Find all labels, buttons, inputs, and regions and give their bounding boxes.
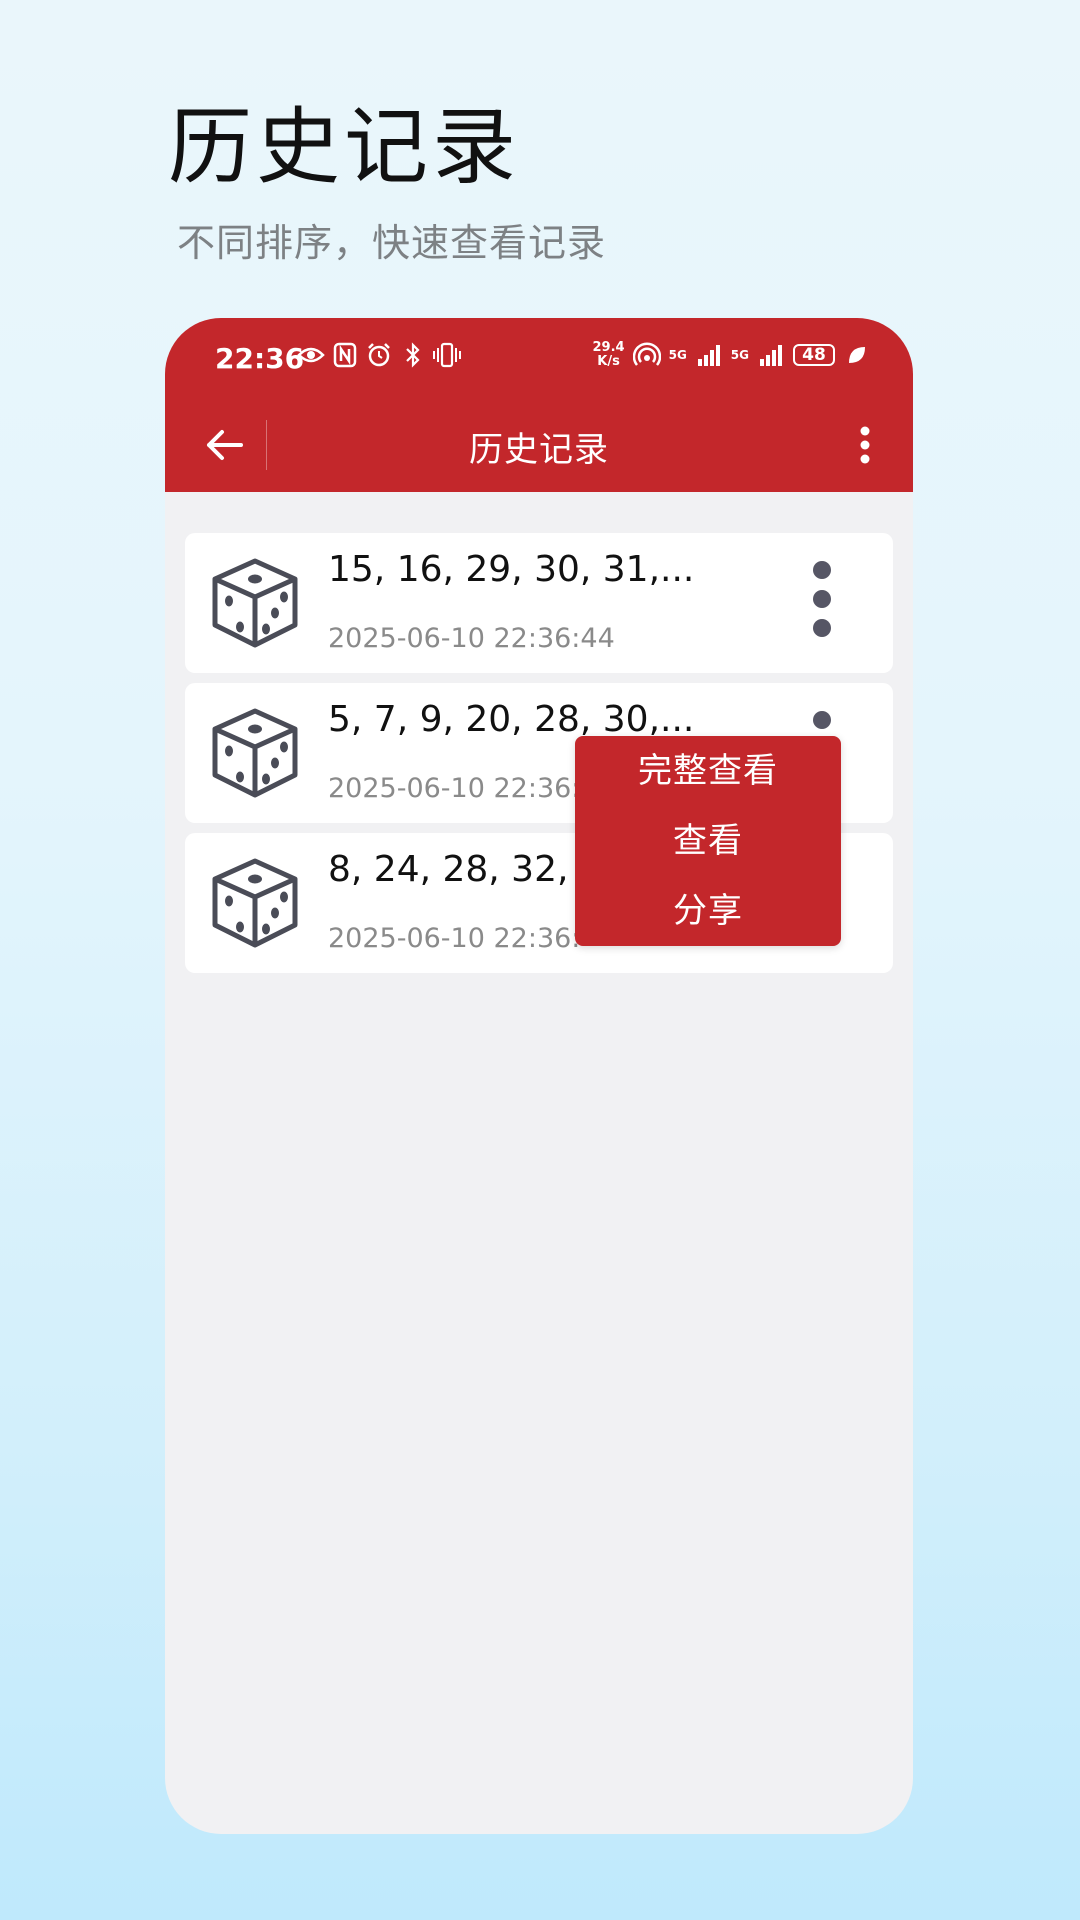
record-time: 2025-06-10 22:36: [328, 773, 581, 804]
promo-title: 历史记录 [168, 98, 521, 196]
phone-screen: 22:36 29.4 K/s 5G 5G 48 历史记录 15, 16, 29,… [165, 318, 913, 1834]
signal-icon [695, 340, 723, 370]
sim2-network-label: 5G [730, 348, 749, 362]
dice-icon [212, 858, 298, 948]
more-vert-icon [860, 426, 870, 464]
alarm-icon [365, 340, 393, 370]
item-more-button[interactable] [810, 561, 834, 645]
nfc-icon [331, 340, 359, 370]
record-numbers: 8, 24, 28, 32, 3 [328, 849, 603, 890]
record-numbers: 5, 7, 9, 20, 28, 30,... [328, 699, 695, 740]
toolbar-title: 历史记录 [469, 430, 609, 470]
signal-icon [757, 340, 785, 370]
list-item[interactable]: 15, 16, 29, 30, 31,... 2025-06-10 22:36:… [185, 533, 893, 673]
status-icons-left [297, 340, 461, 370]
promo-subtitle: 不同排序，快速查看记录 [177, 221, 607, 265]
status-time: 22:36 [215, 342, 305, 375]
menu-item-share[interactable]: 分享 [575, 876, 841, 946]
status-icons-right: 29.4 K/s 5G 5G 48 [593, 340, 871, 370]
status-bar: 22:36 29.4 K/s 5G 5G 48 [165, 318, 913, 398]
network-speed: 29.4 K/s [592, 340, 625, 369]
hotspot-icon [632, 340, 661, 370]
popup-menu: 完整查看 查看 分享 [575, 736, 841, 946]
leaf-icon [843, 340, 871, 370]
eye-icon [297, 340, 325, 370]
menu-item-full-view[interactable]: 完整查看 [575, 736, 841, 806]
record-time: 2025-06-10 22:36: [328, 923, 581, 954]
more-options-button[interactable] [845, 416, 885, 474]
toolbar: 历史记录 [165, 398, 913, 492]
app-header: 22:36 29.4 K/s 5G 5G 48 历史记录 [165, 318, 913, 492]
dice-icon [212, 708, 298, 798]
vibrate-icon [433, 340, 461, 370]
dice-icon [212, 558, 298, 648]
menu-item-view[interactable]: 查看 [575, 806, 841, 876]
record-time: 2025-06-10 22:36:44 [328, 623, 615, 654]
sim1-network-label: 5G [668, 348, 687, 362]
battery-indicator: 48 [793, 344, 835, 366]
bluetooth-icon [399, 340, 427, 370]
record-numbers: 15, 16, 29, 30, 31,... [328, 549, 695, 590]
